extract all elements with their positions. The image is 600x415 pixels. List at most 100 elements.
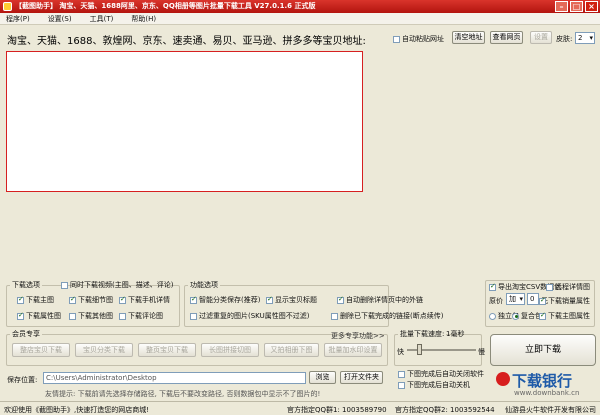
filter-dup-checkbox[interactable] [190, 312, 197, 320]
download-attr-option[interactable]: 下载属性图 [17, 311, 61, 321]
combined-radio[interactable] [512, 312, 519, 320]
download-main-attr-option[interactable]: 下载主图属性 [539, 311, 590, 321]
menu-help[interactable]: 帮助(H) [131, 14, 156, 24]
download-mobile-label: 下载手机详情 [128, 296, 170, 304]
download-review-checkbox[interactable] [119, 312, 126, 320]
close-button[interactable]: × [585, 1, 598, 12]
download-main-checkbox[interactable] [17, 295, 24, 304]
view-webpage-button[interactable]: 查看网页 [490, 31, 523, 44]
youpai-album-button[interactable]: 又拍相册下图 [264, 343, 319, 357]
more-features-link[interactable]: 更多专享功能>> [331, 331, 385, 341]
download-main-label: 下载主图 [26, 296, 54, 304]
friendly-tip: 友情提示: 下载前请先选择存储路径, 下载后不要改变路径, 否则数据包中显示不了… [45, 390, 321, 398]
window-controls: – □ × [555, 1, 598, 12]
watermark-brand: 下载银行 [512, 372, 573, 390]
download-other-label: 下载其他图 [78, 312, 113, 320]
maximize-button[interactable]: □ [570, 1, 583, 12]
combined-option[interactable]: 复合包 [512, 311, 542, 321]
status-qq2: 官方指定QQ群2: 1003592544 [395, 406, 495, 414]
delete-done-checkbox[interactable] [331, 312, 338, 320]
auto-close-label: 下图完成后自动关闭软件 [407, 370, 484, 378]
smart-classify-option[interactable]: 智能分类保存(推荐) [190, 295, 260, 305]
save-path-input[interactable]: C:\Users\Administrator\Desktop [43, 372, 306, 384]
page-download-button[interactable]: 整页宝贝下载 [138, 343, 196, 357]
minimize-button[interactable]: – [555, 1, 568, 12]
auto-delete-option[interactable]: 自动删除详情页中的外链 [337, 295, 423, 305]
price-op-select[interactable]: 加 [506, 293, 525, 305]
download-other-checkbox[interactable] [69, 312, 76, 320]
price-input[interactable]: 0 [527, 293, 539, 305]
skin-label: 皮肤: [556, 35, 573, 43]
menu-tools[interactable]: 工具(T) [90, 14, 114, 24]
download-main-attr-label: 下载主图属性 [548, 312, 590, 320]
feature-options-title: 功能选项 [188, 280, 220, 290]
download-main-attr-checkbox[interactable] [539, 311, 546, 320]
auto-shutdown-checkbox[interactable] [398, 381, 405, 389]
price-label: 原价 [489, 297, 503, 305]
open-folder-button[interactable]: 打开文件夹 [340, 371, 383, 384]
browse-button[interactable]: 浏览 [309, 371, 336, 384]
auto-paste-checkbox[interactable] [393, 35, 400, 43]
download-sales-checkbox[interactable] [539, 296, 546, 305]
skin-select[interactable]: 2 [575, 32, 595, 44]
download-review-label: 下载评论图 [128, 312, 163, 320]
auto-close-checkbox[interactable] [398, 370, 405, 378]
settings-button[interactable]: 设置 [530, 31, 552, 44]
status-qq1: 官方指定QQ群1: 1003589790 [287, 406, 387, 414]
smart-classify-label: 智能分类保存(推荐) [199, 296, 261, 304]
far-detail-option[interactable]: 远程详情图 [546, 282, 590, 292]
url-row: 淘宝、天猫、1688、敦煌网、京东、速卖通、易贝、亚马逊、拼多多等宝贝地址: 自… [0, 28, 600, 48]
download-mobile-checkbox[interactable] [119, 295, 126, 304]
speed-interval: 1毫秒 [446, 330, 465, 338]
download-review-option[interactable]: 下载评论图 [119, 311, 163, 321]
delete-done-option[interactable]: 删除已下载完成的链接(断点续传) [331, 311, 443, 321]
app-icon [3, 2, 12, 11]
download-mobile-option[interactable]: 下载手机详情 [119, 295, 170, 305]
filter-dup-option[interactable]: 过滤重复的图片(SKU属性图不过滤) [190, 311, 309, 321]
watermark-url: www.downbank.cn [514, 389, 580, 397]
smart-classify-checkbox[interactable] [190, 295, 197, 304]
long-image-button[interactable]: 长图拼接切图 [201, 343, 259, 357]
filter-dup-label: 过滤重复的图片(SKU属性图不过滤) [199, 312, 310, 320]
downbank-watermark: 下载银行 www.downbank.cn [496, 372, 600, 400]
download-detail-option[interactable]: 下载细节图 [69, 295, 113, 305]
auto-paste-option[interactable]: 自动粘贴网址 [393, 34, 444, 44]
sync-video-checkbox[interactable] [61, 281, 68, 289]
download-sales-label: 下载销量属性 [548, 297, 590, 305]
save-location-label: 保存位置: [7, 376, 38, 384]
download-attr-label: 下载属性图 [26, 312, 61, 320]
auto-shutdown-label: 下图完成后自动关机 [407, 381, 470, 389]
watermark-settings-button[interactable]: 批量加水印设置 [324, 343, 382, 357]
auto-close-option[interactable]: 下图完成后自动关闭软件 [398, 369, 484, 379]
url-label: 淘宝、天猫、1688、敦煌网、京东、速卖通、易贝、亚马逊、拼多多等宝贝地址: [7, 36, 366, 47]
speed-title: 批量下载速度: [398, 329, 447, 339]
speed-slow-label: 慢 [478, 348, 485, 356]
clear-address-button[interactable]: 清空地址 [452, 31, 485, 44]
shop-download-button[interactable]: 整店宝贝下载 [12, 343, 70, 357]
show-titles-checkbox[interactable] [266, 295, 273, 304]
menu-program[interactable]: 程序(P) [6, 14, 30, 24]
menu-settings[interactable]: 设置(S) [48, 14, 72, 24]
standalone-radio[interactable] [489, 312, 496, 320]
show-titles-option[interactable]: 显示宝贝标题 [266, 295, 317, 305]
member-title: 会员专享 [10, 329, 42, 339]
auto-shutdown-option[interactable]: 下图完成后自动关机 [398, 380, 470, 390]
download-detail-label: 下载细节图 [78, 296, 113, 304]
speed-slider-thumb[interactable] [417, 344, 423, 355]
category-download-button[interactable]: 宝贝分类下载 [75, 343, 133, 357]
download-other-option[interactable]: 下载其他图 [69, 311, 113, 321]
auto-delete-checkbox[interactable] [337, 295, 344, 304]
sync-video-label: 同时下载视频(主图、描述、评论) [70, 281, 174, 289]
window-title: 【截图助手】 淘宝、天猫、1688阿里、京东、QQ相册等图片批量下载工具 V27… [15, 2, 316, 10]
download-detail-checkbox[interactable] [69, 295, 76, 304]
far-detail-checkbox[interactable] [546, 283, 553, 291]
status-company: 仙游县火牛软件开发有限公司 [505, 406, 596, 414]
download-now-button[interactable]: 立即下载 [490, 334, 596, 366]
download-attr-checkbox[interactable] [17, 311, 24, 320]
speed-fast-label: 快 [397, 348, 404, 356]
sync-video-option[interactable]: 同时下载视频(主图、描述、评论) [61, 280, 173, 290]
address-input[interactable] [6, 51, 363, 192]
download-main-option[interactable]: 下载主图 [17, 295, 54, 305]
download-sales-option[interactable]: 下载销量属性 [539, 296, 590, 306]
export-csv-checkbox[interactable] [489, 282, 496, 291]
